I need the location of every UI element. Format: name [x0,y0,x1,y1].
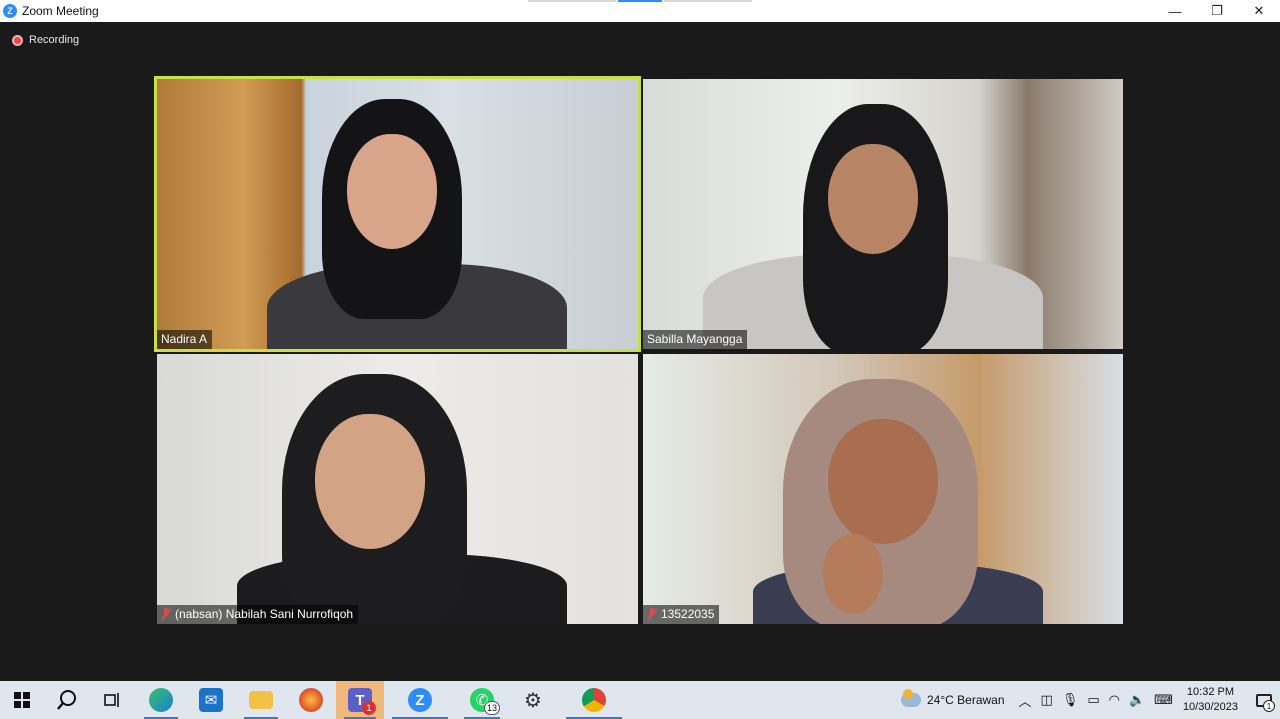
windows-taskbar: ✉ T 1 Z ✆ 13 ⚙ 24°C Berawan ︿ ◫ 🎙 ▭ ◠ 🔈 [0,681,1280,719]
taskbar-zoom[interactable]: Z [384,681,456,719]
video-tile-13522035[interactable]: 13522035 [643,354,1123,624]
window-titlebar: Z Zoom Meeting — ❐ ✕ [0,0,1280,22]
task-view-button[interactable] [90,681,136,719]
taskbar-file-explorer[interactable] [236,681,286,719]
taskbar-chrome[interactable] [558,681,630,719]
start-button[interactable] [0,681,44,719]
title-indicator-segment [528,0,616,2]
participant-name-tag: (nabsan) Nabilah Sani Nurrofiqoh [157,605,359,624]
participant-face [828,419,938,544]
clock-time: 10:32 PM [1186,686,1235,698]
weather-text: 24°C Berawan [927,693,1005,707]
weather-widget[interactable]: 24°C Berawan [901,689,1005,707]
video-tile-sabilla[interactable]: Sabilla Mayangga [643,79,1123,349]
recording-icon [12,34,23,46]
weather-cloud-icon [901,689,921,707]
video-tile-nabilah[interactable]: (nabsan) Nabilah Sani Nurrofiqoh [157,354,638,624]
notification-count: 1 [1263,700,1275,712]
recording-indicator[interactable]: Recording [12,34,79,46]
clock-date: 10/30/2023 [1182,701,1238,713]
taskbar-firefox[interactable] [286,681,336,719]
minimize-button[interactable]: — [1154,0,1196,22]
participant-name: Sabilla Mayangga [647,332,743,346]
title-indicator-segment [664,0,752,2]
notification-center-button[interactable]: 1 [1248,681,1280,719]
window-controls: — ❐ ✕ [1154,0,1280,22]
meet-now-icon[interactable]: ◫ [1041,692,1053,708]
edge-icon [149,688,173,712]
microphone-icon[interactable]: 🎙 [1062,692,1079,708]
volume-icon[interactable]: 🔈 [1129,692,1145,708]
participant-face [315,414,425,549]
battery-icon[interactable]: ▭ [1087,692,1099,708]
taskbar-edge[interactable] [136,681,186,719]
mic-muted-icon [647,608,657,620]
video-tile-nadira[interactable]: Nadira A [154,76,641,352]
system-tray: 24°C Berawan ︿ ◫ 🎙 ▭ ◠ 🔈 ⌨ 10:32 PM 10/3… [901,681,1280,719]
participant-name: 13522035 [661,607,715,621]
windows-start-icon [14,692,30,708]
chevron-up-icon[interactable]: ︿ [1019,691,1032,710]
whatsapp-badge: 13 [483,701,500,715]
participant-name-tag: Sabilla Mayangga [643,330,748,349]
teams-badge: 1 [362,701,376,715]
restore-button[interactable]: ❐ [1196,0,1238,22]
file-explorer-icon [249,691,273,709]
wifi-icon[interactable]: ◠ [1109,692,1120,708]
search-icon [57,690,76,710]
keyboard-icon[interactable]: ⌨ [1154,692,1173,708]
taskbar-clock[interactable]: 10:32 PM 10/30/2023 [1183,685,1238,715]
title-indicator-segment-active [618,0,662,2]
tray-icons: ︿ ◫ 🎙 ▭ ◠ 🔈 ⌨ [1019,691,1173,710]
meeting-area: Recording Nadira A Sabilla Mayangga (nab… [0,22,1280,681]
mail-icon: ✉ [199,688,223,712]
participant-name-tag: 13522035 [643,605,720,624]
taskbar-settings[interactable]: ⚙ [508,681,558,719]
zoom-logo-icon: Z [3,4,17,18]
search-button[interactable] [44,681,90,719]
recording-label: Recording [29,34,80,46]
participant-name-tag: Nadira A [157,330,213,349]
participant-face [347,134,437,249]
title-indicator [528,0,752,2]
settings-icon: ⚙ [524,689,542,712]
taskbar-teams[interactable]: T 1 [336,681,384,719]
participant-name: (nabsan) Nabilah Sani Nurrofiqoh [175,607,354,621]
firefox-icon [299,688,323,712]
mic-muted-icon [161,608,171,620]
zoom-icon: Z [408,688,432,712]
participant-name: Nadira A [161,332,208,346]
taskbar-whatsapp[interactable]: ✆ 13 [456,681,508,719]
close-button[interactable]: ✕ [1238,0,1280,22]
window-title: Zoom Meeting [22,4,99,18]
participant-face [828,144,918,254]
chrome-icon [582,688,606,712]
peace-sign-hand [823,534,883,614]
task-view-icon [104,693,119,707]
taskbar-mail[interactable]: ✉ [186,681,236,719]
